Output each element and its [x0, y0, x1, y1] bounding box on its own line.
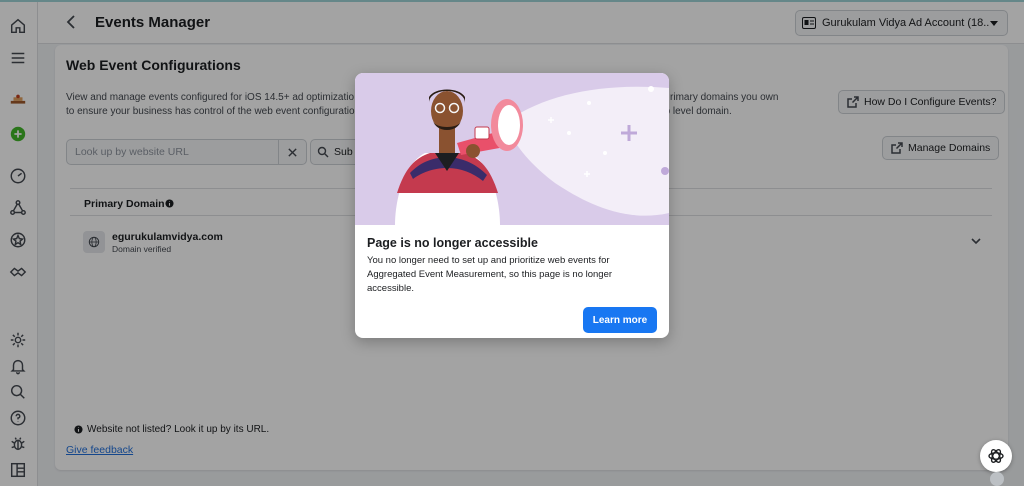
dialog-body: You no longer need to set up and priorit…	[367, 255, 613, 294]
learn-more-button[interactable]: Learn more	[583, 307, 657, 333]
megaphone-illustration	[355, 73, 669, 225]
dialog-title: Page is no longer accessible	[367, 236, 538, 250]
page-not-accessible-dialog: Page is no longer accessible You no long…	[355, 73, 669, 338]
assistant-logo-icon	[988, 449, 1004, 463]
language-globe-icon[interactable]	[990, 472, 1004, 486]
assistant-chat-button[interactable]	[980, 440, 1012, 472]
